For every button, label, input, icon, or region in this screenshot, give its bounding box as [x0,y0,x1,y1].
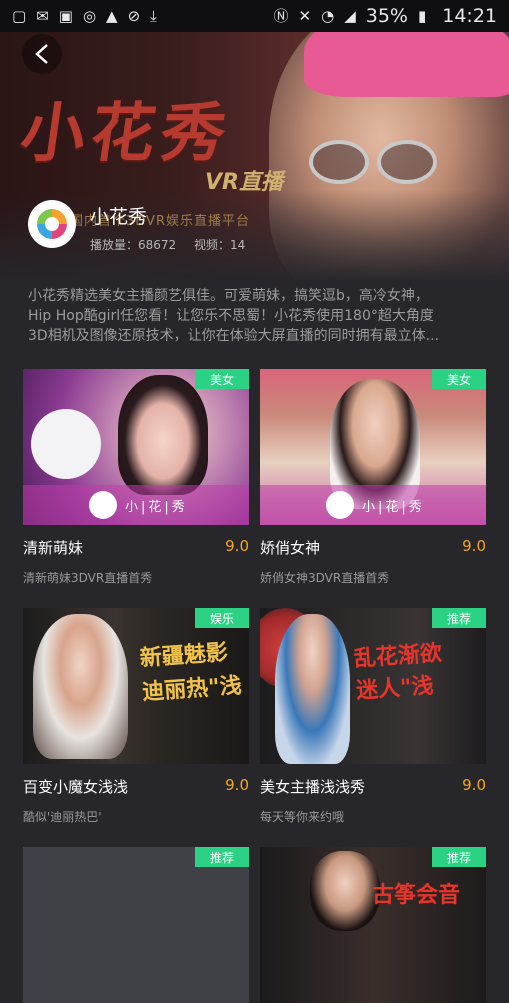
hero-subtitle-art: VR直播 [205,170,283,195]
brand-strip-text: 小|花|秀 [362,499,425,515]
host-photo [118,375,208,495]
warning-icon: ▲ [106,6,118,25]
video-subtitle: 酷似'迪丽热巴' [23,810,102,824]
category-tag: 推荐 [432,847,486,867]
brand-strip-text: 小|花|秀 [125,499,188,515]
chevron-left-icon [35,44,48,64]
host-photo [275,614,350,764]
video-card[interactable]: 美女 小|花|秀 清新萌妹 9.0 清新萌妹3DVR直播首秀 [23,369,249,585]
category-tag: 娱乐 [195,608,249,628]
back-button[interactable] [22,34,62,74]
view-count: 播放量：68672 [90,238,177,252]
host-photo [310,851,380,931]
thumbnail-art-text: 古筝会音 [372,882,461,908]
status-bar: ▢ ✉ ▣ ◎ ▲ ⊘ ⤓ Ⓝ ✕ ◔ ◢ 35% ▮ 14:21 [0,0,509,32]
video-thumbnail[interactable]: 美女 小|花|秀 [23,369,249,525]
video-title: 清新萌妹 [23,539,84,557]
video-count: 视频：14 [194,238,246,252]
mute-icon: ✕ [298,6,312,25]
video-subtitle: 每天等你来约哦 [260,810,345,824]
video-thumbnail[interactable]: 推荐 [23,847,249,1003]
flower-logo-icon [326,491,354,519]
battery-percent: 35% [365,5,408,27]
description-line: 3D相机及图像还原技术，让你在体验大屏直播的同时拥有最立体... [28,328,440,344]
nfc-icon: Ⓝ [273,6,289,25]
description-line: Hip Hop酷girl任您看！让您乐不思蜀！小花秀使用180°超大角度 [28,308,434,324]
thumbnail-art-text: 乱花渐欲 迷人"浅 [353,640,443,704]
image-icon: ▣ [58,6,73,25]
panda-doll-image [31,409,101,479]
thumbnail-art-text: 新疆魅影 迪丽热"浅 [139,639,243,706]
video-title: 娇俏女神 [260,539,321,557]
video-title: 百变小魔女浅浅 [23,778,129,796]
channel-stats: 播放量：68672 视频：14 [90,236,259,253]
video-card[interactable]: 乱花渐欲 迷人"浅 推荐 美女主播浅浅秀 9.0 每天等你来约哦 [260,608,486,824]
flower-logo-icon [89,491,117,519]
clock: 14:21 [442,5,497,27]
description-line: 小花秀精选美女主播颜艺俱佳。可爱萌妹，搞笑逗b，高冷女神， [28,288,429,304]
video-thumbnail[interactable]: 新疆魅影 迪丽热"浅 娱乐 [23,608,249,764]
message-icon: ✉ [36,6,49,25]
brand-strip: 小|花|秀 [23,485,249,525]
video-thumbnail[interactable]: 美女 小|花|秀 [260,369,486,525]
category-tag: 推荐 [195,847,249,867]
blocked-icon: ⊘ [127,6,141,25]
video-score: 9.0 [462,776,486,794]
video-card[interactable]: 新疆魅影 迪丽热"浅 娱乐 百变小魔女浅浅 9.0 酷似'迪丽热巴' [23,608,249,824]
brand-strip: 小|花|秀 [260,485,486,525]
hero-cap-decoration [304,32,509,97]
video-thumbnail[interactable]: 古筝会音 推荐 [260,847,486,1003]
flower-logo-icon [35,207,69,241]
wifi-icon: ◔ [321,6,335,25]
video-score: 9.0 [225,776,249,794]
sim-icon: ▢ [12,6,27,25]
video-score: 9.0 [225,537,249,555]
video-card[interactable]: 推荐 [23,847,249,1003]
status-right-icons: Ⓝ ✕ ◔ ◢ 35% ▮ 14:21 [274,5,498,27]
video-score: 9.0 [462,537,486,555]
video-thumbnail[interactable]: 乱花渐欲 迷人"浅 推荐 [260,608,486,764]
status-left-icons: ▢ ✉ ▣ ◎ ▲ ⊘ ⤓ [12,6,157,25]
signal-icon: ◢ [344,6,356,25]
hero-sunglasses [299,140,449,186]
channel-name: 小花秀 [90,205,148,228]
download-icon: ⤓ [150,6,157,25]
category-tag: 美女 [432,369,486,389]
video-card[interactable]: 古筝会音 推荐 [260,847,486,1003]
category-tag: 推荐 [432,608,486,628]
video-subtitle: 娇俏女神3DVR直播首秀 [260,571,390,585]
channel-header: 小花秀 播放量：68672 视频：14 [28,200,245,252]
host-photo [33,614,128,759]
video-title: 美女主播浅浅秀 [260,778,366,796]
channel-description[interactable]: 小花秀精选美女主播颜艺俱佳。可爱萌妹，搞笑逗b，高冷女神， Hip Hop酷gi… [28,286,500,346]
category-tag: 美女 [195,369,249,389]
channel-logo[interactable] [28,200,76,248]
video-subtitle: 清新萌妹3DVR直播首秀 [23,571,153,585]
video-card[interactable]: 美女 小|花|秀 娇俏女神 9.0 娇俏女神3DVR直播首秀 [260,369,486,585]
battery-icon: ▮ [417,6,427,25]
hero-title-art: 小花秀 [15,96,237,171]
sync-icon: ◎ [82,6,97,25]
